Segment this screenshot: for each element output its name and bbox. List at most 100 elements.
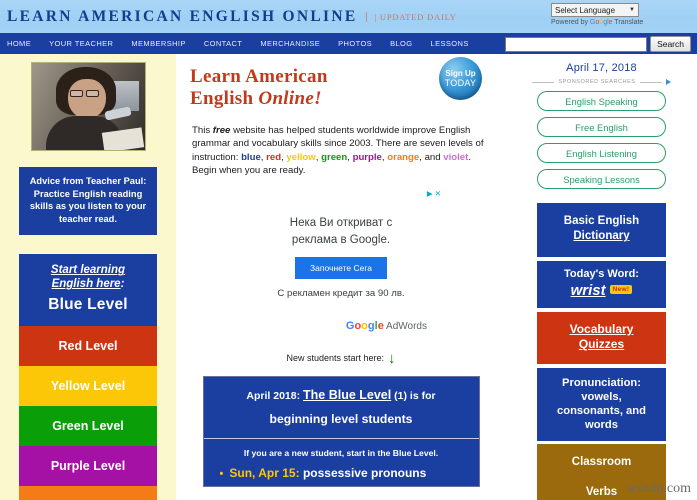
level-orange[interactable] — [19, 486, 157, 500]
level-red[interactable]: Red Level — [19, 326, 157, 367]
adwords-o2: o — [361, 319, 368, 332]
dictionary-line2: Dictionary — [573, 230, 630, 242]
ad-close-icon[interactable]: ✕ — [435, 189, 441, 198]
blue-panel-headline: April 2018: The Blue Level (1) is for — [212, 388, 471, 403]
intro-color-purple[interactable]: purple — [353, 152, 382, 163]
sponsored-pill-english-speaking[interactable]: English Speaking — [537, 91, 666, 111]
nav-item-merchandise[interactable]: MERCHANDISE — [251, 39, 329, 48]
current-date: April 17, 2018 — [566, 62, 637, 74]
level-yellow[interactable]: Yellow Level — [19, 366, 157, 407]
todays-word-block[interactable]: Today's Word: wrist New! — [537, 261, 666, 308]
sponsored-pill-free-english[interactable]: Free English — [537, 117, 666, 137]
google-adwords-logo: Google AdWords — [241, 320, 441, 332]
level-blue-start-line1: Start learning — [50, 264, 126, 277]
nav-item-photos[interactable]: PHOTOS — [329, 39, 381, 48]
blue-panel-link[interactable]: The Blue Level — [303, 388, 391, 402]
quizzes-line1: Vocabulary — [569, 322, 634, 336]
pronunciation-line1: Pronunciation: — [562, 377, 641, 389]
todays-word-label: Today's Word: — [564, 268, 639, 280]
intro-color-yellow[interactable]: yellow — [286, 152, 315, 163]
nav-item-contact[interactable]: CONTACT — [195, 39, 252, 48]
list-item[interactable]: • Sun, Apr 15: possessive pronouns — [214, 466, 469, 480]
powered-prefix: Powered by — [551, 19, 590, 26]
level-blue-start-text: Start learning English here: — [23, 263, 153, 291]
classroom-line1: Classroom — [571, 456, 632, 468]
sign-up-today-badge[interactable]: Sign Up TODAY — [439, 57, 482, 100]
nav-item-your-teacher[interactable]: YOUR TEACHER — [40, 39, 122, 48]
basic-english-dictionary-block[interactable]: Basic English Dictionary — [537, 203, 666, 257]
vocabulary-quizzes-block[interactable]: Vocabulary Quizzes — [537, 312, 666, 364]
blue-level-panel: April 2018: The Blue Level (1) is for be… — [202, 375, 480, 487]
level-blue-colon: : — [120, 278, 125, 291]
blue-panel-date-prefix: April 2018: — [246, 389, 304, 402]
divider-left — [532, 81, 555, 83]
bullet-icon: • — [219, 467, 224, 480]
pronunciation-line4: words — [585, 419, 618, 431]
watermark: wsxdn.com — [626, 481, 691, 496]
pronunciation-line3: consonants, and — [557, 405, 646, 417]
main-header: Learn American English Online! Sign Up T… — [176, 54, 506, 110]
blue-panel-header: April 2018: The Blue Level (1) is for be… — [203, 377, 479, 439]
intro-color-violet[interactable]: violet — [443, 152, 468, 163]
level-list: Start learning English here: Blue Level … — [19, 254, 157, 500]
site-title: LEARN AMERICAN ENGLISH ONLINE — [7, 7, 358, 25]
sponsored-pill-speaking-lessons[interactable]: Speaking Lessons — [537, 169, 666, 189]
right-link-blocks: Basic English Dictionary Today's Word: w… — [537, 203, 666, 500]
teacher-advice-box: Advice from Teacher Paul: Practice Engli… — [19, 167, 157, 236]
google-translate-widget: Select Language ▼ Powered by Google Tran… — [551, 3, 691, 26]
sponsored-pill-english-listening[interactable]: English Listening — [537, 143, 666, 163]
blue-panel-subheadline: beginning level students — [269, 411, 413, 426]
intro-t1: This — [192, 125, 213, 136]
adchoices-triangle-icon: ▶ — [426, 188, 433, 198]
intro-color-red[interactable]: red — [266, 152, 281, 163]
search-button[interactable]: Search — [650, 36, 691, 52]
page-root: LEARN AMERICAN ENGLISH ONLINE | UPDATED … — [0, 0, 697, 500]
intro-color-green[interactable]: green — [321, 152, 347, 163]
right-sidebar: April 17, 2018 SPONSORED SEARCHES Englis… — [506, 54, 697, 500]
sponsored-searches-header: SPONSORED SEARCHES — [506, 79, 697, 85]
pronunciation-block[interactable]: Pronunciation: vowels, consonants, and w… — [537, 368, 666, 441]
nav-item-lessons[interactable]: LESSONS — [422, 39, 478, 48]
level-blue-start-line2: English here — [51, 278, 121, 291]
arrow-down-icon: ↓ — [388, 349, 396, 367]
nav-item-blog[interactable]: BLOG — [381, 39, 421, 48]
level-green[interactable]: Green Level — [19, 406, 157, 447]
ad-subtext: С рекламен кредит за 90 лв. — [277, 287, 405, 299]
google-ad-block: ▶ ✕ Нека Ви откриват с реклама в Google.… — [241, 189, 441, 332]
intro-free: free — [212, 125, 231, 136]
nav-item-membership[interactable]: MEMBERSHIP — [122, 39, 194, 48]
search-input[interactable] — [505, 36, 648, 52]
ad-headline-line2: реклама в Google. — [291, 233, 391, 246]
sponsored-searches-label: SPONSORED SEARCHES — [558, 79, 636, 85]
new-badge: New! — [609, 285, 633, 294]
lesson-topic: possessive pronouns — [302, 465, 427, 480]
main-content: Learn American English Online! Sign Up T… — [176, 54, 506, 500]
level-blue[interactable]: Start learning English here: Blue Level — [19, 254, 157, 327]
new-students-hint: New students start here: ↓ — [176, 350, 506, 367]
language-select[interactable]: Select Language ▼ — [551, 3, 639, 17]
intro-color-orange[interactable]: orange — [387, 152, 419, 163]
intro-color-blue[interactable]: blue — [241, 152, 261, 163]
intro-paragraph: This free website has helped students wo… — [192, 124, 492, 178]
blue-panel-suffix: (1) is for — [391, 389, 436, 402]
divider-right — [639, 81, 662, 83]
ad-cta-button[interactable]: Започнете Сега — [295, 256, 387, 279]
new-students-label: New students start here: — [286, 352, 385, 363]
updated-daily-label: | UPDATED DAILY — [366, 11, 456, 22]
nav-item-home[interactable]: HOME — [0, 39, 40, 48]
content-columns: Advice from Teacher Paul: Practice Engli… — [0, 54, 697, 500]
signup-line1: Sign Up — [445, 69, 476, 78]
signup-line2: TODAY — [444, 78, 477, 88]
level-purple[interactable]: Purple Level — [19, 446, 157, 487]
adchoices-icon[interactable]: ▶ ✕ — [427, 189, 441, 198]
quizzes-line2: Quizzes — [578, 337, 625, 351]
todays-word-value: wrist — [570, 282, 606, 299]
language-select-value: Select Language — [555, 5, 616, 15]
dictionary-line1: Basic English — [563, 215, 640, 227]
pronunciation-line2: vowels, — [581, 391, 622, 403]
adwords-suffix: AdWords — [383, 320, 427, 332]
page-title-line2a: English — [190, 88, 259, 109]
level-blue-label: Blue Level — [48, 296, 128, 314]
site-banner: LEARN AMERICAN ENGLISH ONLINE | UPDATED … — [0, 0, 697, 33]
adchoices-triangle-icon[interactable] — [665, 79, 671, 85]
